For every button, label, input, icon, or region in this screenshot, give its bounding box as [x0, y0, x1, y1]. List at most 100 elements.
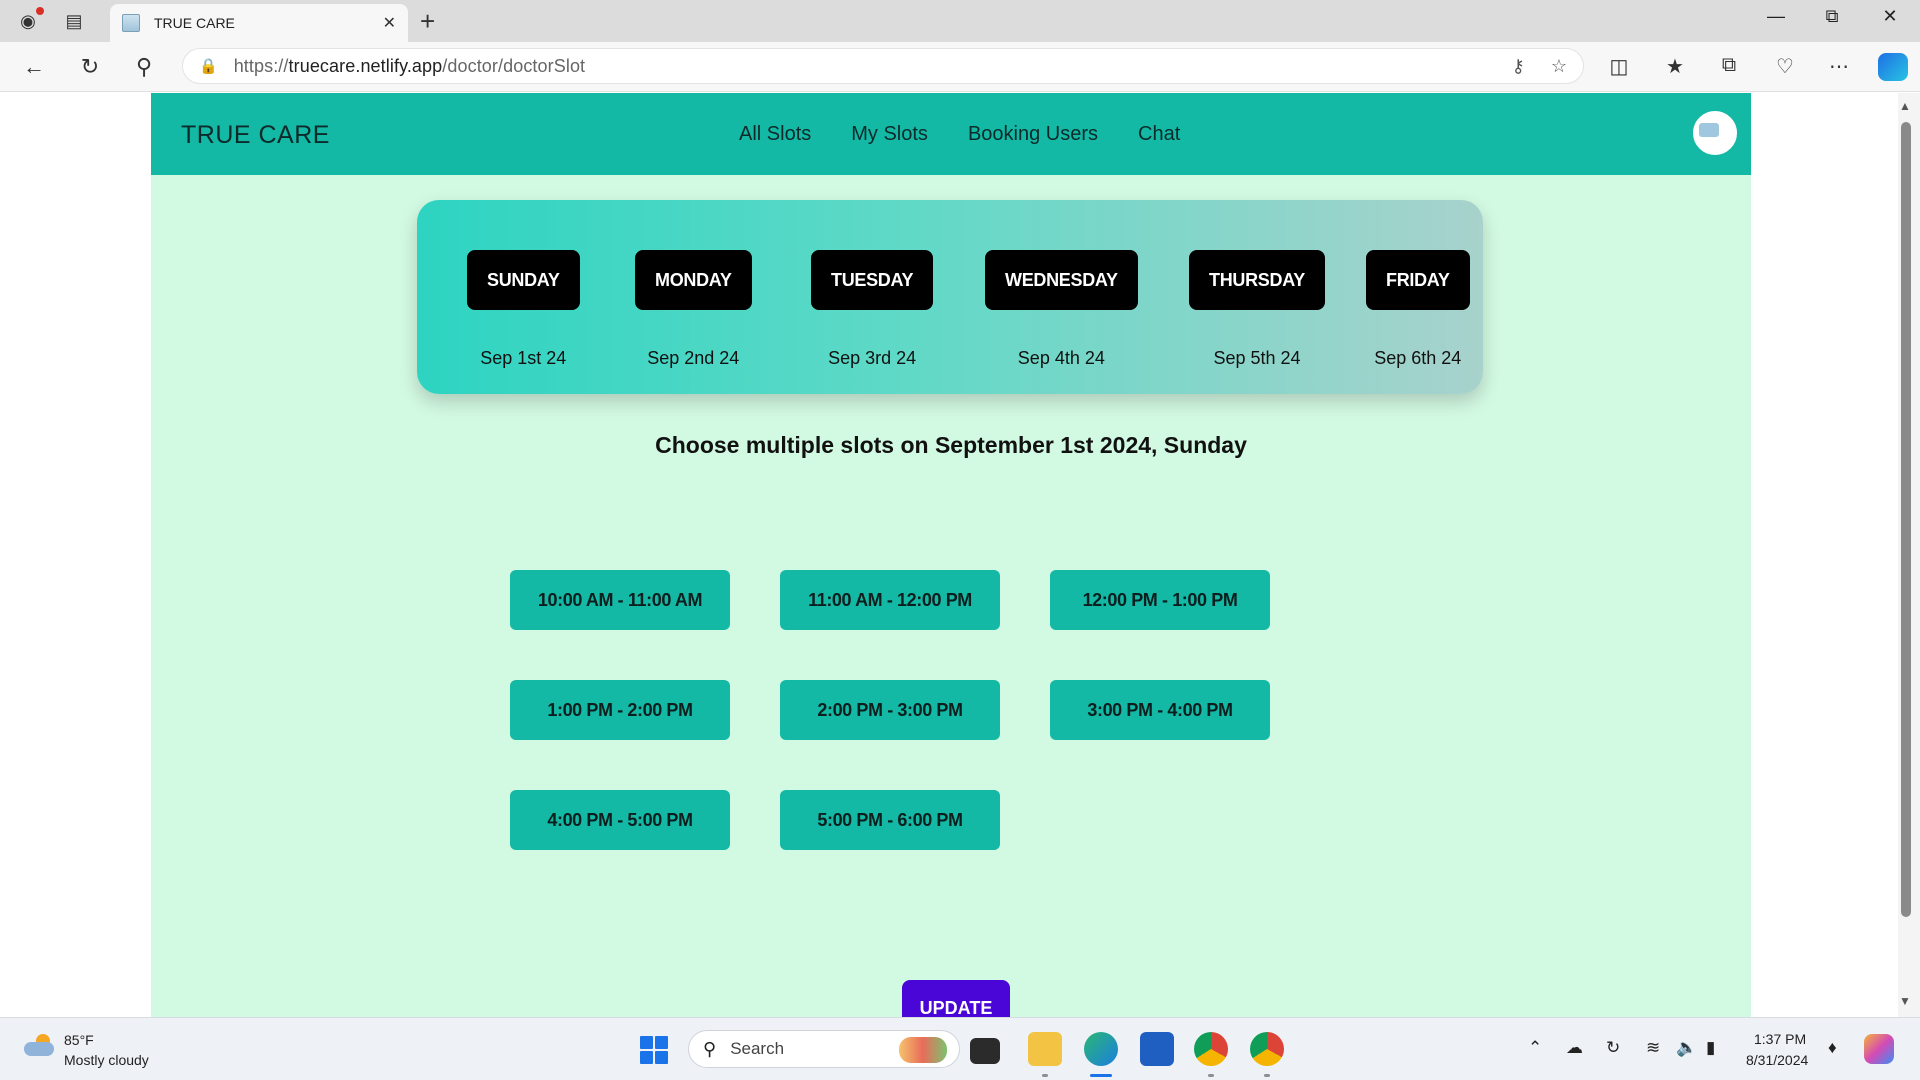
file-explorer-running-dot	[1042, 1074, 1048, 1077]
clock-date[interactable]: 8/31/2024	[1746, 1052, 1808, 1068]
weather-cloud-icon[interactable]	[24, 1034, 54, 1056]
day-button-friday[interactable]: FRIDAY	[1366, 250, 1470, 310]
chrome-profile-icon[interactable]	[1250, 1032, 1284, 1066]
weather-temperature[interactable]: 85°F	[64, 1032, 94, 1048]
task-view-icon[interactable]	[970, 1038, 1000, 1064]
url-path: /doctor/doctorSlot	[442, 55, 586, 76]
taskbar-search[interactable]: ⚲ Search	[688, 1030, 960, 1068]
edge-browser-icon[interactable]	[1084, 1032, 1118, 1066]
slot-button[interactable]: 4:00 PM - 5:00 PM	[510, 790, 730, 850]
onedrive-icon[interactable]: ☁	[1566, 1038, 1583, 1058]
day-date-tuesday: Sep 3rd 24	[828, 348, 917, 368]
scroll-up-icon[interactable]: ▲	[1897, 99, 1913, 113]
day-button-monday[interactable]: MONDAY	[635, 250, 752, 310]
nav-chat[interactable]: Chat	[1138, 123, 1180, 146]
key-icon[interactable]: ⚷	[1512, 56, 1525, 77]
day-button-wednesday[interactable]: WEDNESDAY	[985, 250, 1138, 310]
day-button-thursday[interactable]: THURSDAY	[1189, 250, 1325, 310]
tab-favicon-icon	[122, 14, 140, 32]
url-prefix: https://	[233, 55, 289, 76]
nav-booking-users[interactable]: Booking Users	[968, 123, 1098, 146]
slot-button[interactable]: 5:00 PM - 6:00 PM	[780, 790, 1000, 850]
back-icon[interactable]: ←	[18, 52, 50, 82]
wifi-icon[interactable]: ≋	[1646, 1038, 1660, 1058]
tray-overflow-icon[interactable]: ⌃	[1528, 1038, 1542, 1058]
new-tab-icon[interactable]: +	[420, 6, 435, 37]
top-navbar: TRUE CARE All Slots My Slots Booking Use…	[151, 93, 1751, 175]
app-container: TRUE CARE All Slots My Slots Booking Use…	[151, 93, 1751, 1017]
nav-links: All Slots My Slots Booking Users Chat	[739, 123, 1180, 146]
url-text[interactable]: https://truecare.netlify.app/doctor/doct…	[234, 56, 1486, 77]
day-date-thursday: Sep 5th 24	[1213, 348, 1301, 368]
update-button[interactable]: UPDATE	[902, 980, 1010, 1017]
slot-button[interactable]: 3:00 PM - 4:00 PM	[1050, 680, 1270, 740]
sync-icon[interactable]: ↻	[1606, 1038, 1620, 1058]
day-button-sunday[interactable]: SUNDAY	[467, 250, 580, 310]
day-selector-card: SUNDAY Sep 1st 24 MONDAY Sep 2nd 24 TUES…	[417, 200, 1483, 394]
slot-button[interactable]: 12:00 PM - 1:00 PM	[1050, 570, 1270, 630]
day-column-sunday: SUNDAY Sep 1st 24	[467, 250, 580, 369]
day-column-wednesday: WEDNESDAY Sep 4th 24	[985, 250, 1138, 369]
day-column-tuesday: TUESDAY Sep 3rd 24	[811, 250, 934, 369]
edge-active-indicator	[1090, 1074, 1112, 1077]
day-column-thursday: THURSDAY Sep 5th 24	[1189, 250, 1325, 369]
taskbar-search-label: Search	[730, 1039, 785, 1058]
search-highlight-icon	[899, 1037, 947, 1063]
day-date-friday: Sep 6th 24	[1374, 348, 1462, 368]
chrome-icon[interactable]	[1194, 1032, 1228, 1066]
more-menu-icon[interactable]: ⋯	[1824, 54, 1854, 79]
windows-start-icon[interactable]	[640, 1036, 668, 1064]
scroll-down-icon[interactable]: ▼	[1897, 994, 1913, 1008]
chrome-running-dot	[1208, 1074, 1214, 1077]
microsoft-store-icon[interactable]	[1140, 1032, 1174, 1066]
browser-toolbar: ← ↻ ⚲ 🔒 https://truecare.netlify.app/doc…	[0, 42, 1920, 92]
copilot-taskbar-icon[interactable]	[1864, 1034, 1894, 1064]
day-date-monday: Sep 2nd 24	[647, 348, 740, 368]
notification-bell-icon[interactable]: ♦	[1828, 1038, 1837, 1058]
split-screen-icon[interactable]: ◫	[1604, 54, 1634, 79]
browser-essentials-icon[interactable]: ♡	[1770, 54, 1800, 79]
tab-close-icon[interactable]: ✕	[383, 13, 396, 33]
notification-dot	[36, 7, 44, 15]
page-viewport: TRUE CARE All Slots My Slots Booking Use…	[5, 93, 1898, 1017]
slot-heading: Choose multiple slots on September 1st 2…	[655, 432, 1247, 458]
tab-actions-icon[interactable]: ▤	[60, 8, 88, 34]
restore-icon[interactable]: ⧉	[1812, 6, 1852, 27]
favorites-icon[interactable]: ★	[1660, 54, 1690, 79]
clock-time[interactable]: 1:37 PM	[1754, 1031, 1806, 1047]
day-date-sunday: Sep 1st 24	[480, 348, 567, 368]
battery-icon[interactable]: ▮	[1706, 1038, 1715, 1058]
browser-tab-bar: ◉ ▤ TRUE CARE ✕ + — ⧉ ✕	[0, 0, 1920, 42]
brand-logo-text[interactable]: TRUE CARE	[181, 121, 330, 150]
slot-button[interactable]: 10:00 AM - 11:00 AM	[510, 570, 730, 630]
scrollbar-thumb[interactable]	[1901, 122, 1911, 917]
weather-condition[interactable]: Mostly cloudy	[64, 1052, 149, 1068]
slot-button[interactable]: 1:00 PM - 2:00 PM	[510, 680, 730, 740]
browser-tab-active[interactable]: TRUE CARE ✕	[110, 4, 408, 42]
tab-title: TRUE CARE	[154, 15, 235, 31]
search-icon[interactable]: ⚲	[128, 52, 160, 82]
minimize-icon[interactable]: —	[1756, 6, 1796, 27]
window-close-icon[interactable]: ✕	[1870, 6, 1910, 27]
nav-all-slots[interactable]: All Slots	[739, 123, 811, 146]
lock-icon[interactable]: 🔒	[199, 57, 218, 75]
url-domain: truecare.netlify.app	[288, 55, 443, 76]
address-bar[interactable]: 🔒 https://truecare.netlify.app/doctor/do…	[182, 48, 1584, 84]
chrome-profile-running-dot	[1264, 1074, 1270, 1077]
os-taskbar: 85°F Mostly cloudy ⚲ Search ⌃ ☁ ↻ ≋ 🔈 ▮ …	[0, 1017, 1920, 1080]
favorite-star-icon[interactable]: ☆	[1551, 56, 1567, 77]
user-avatar[interactable]	[1691, 109, 1739, 157]
file-explorer-icon[interactable]	[1028, 1032, 1062, 1066]
volume-icon[interactable]: 🔈	[1676, 1038, 1697, 1058]
refresh-icon[interactable]: ↻	[74, 52, 106, 82]
nav-my-slots[interactable]: My Slots	[851, 123, 928, 146]
slot-button[interactable]: 11:00 AM - 12:00 PM	[780, 570, 1000, 630]
slot-button[interactable]: 2:00 PM - 3:00 PM	[780, 680, 1000, 740]
day-column-monday: MONDAY Sep 2nd 24	[635, 250, 752, 369]
day-button-tuesday[interactable]: TUESDAY	[811, 250, 934, 310]
day-date-wednesday: Sep 4th 24	[1017, 348, 1105, 368]
day-column-friday: FRIDAY Sep 6th 24	[1366, 250, 1470, 369]
collections-icon[interactable]: ⧉	[1714, 54, 1744, 77]
copilot-icon[interactable]	[1878, 53, 1908, 81]
taskbar-search-icon: ⚲	[703, 1038, 717, 1059]
